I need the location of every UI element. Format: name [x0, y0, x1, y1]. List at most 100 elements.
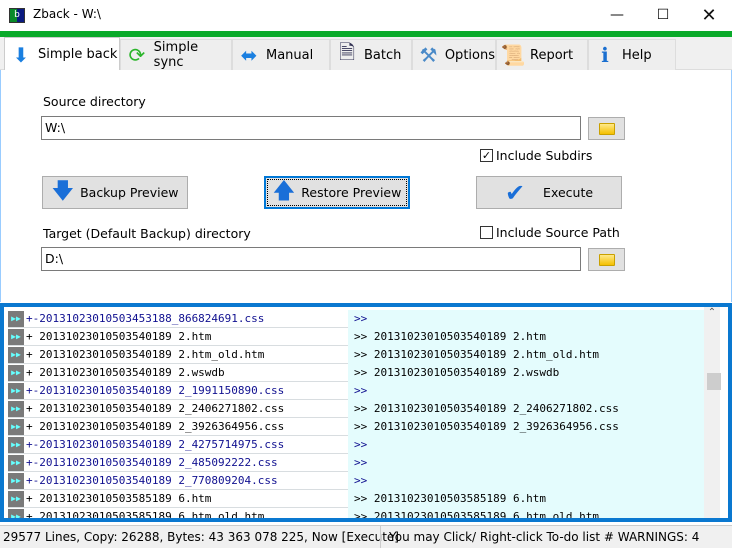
- target-directory-label: Target (Default Backup) directory: [43, 226, 251, 241]
- button-label: Restore Preview: [301, 185, 402, 200]
- fast-forward-icon: ▶▶: [8, 347, 24, 363]
- fast-forward-icon: ▶▶: [8, 311, 24, 327]
- target-file: >> 20131023010503540189 2.wswdb: [348, 364, 708, 382]
- tab-label: Batch: [364, 47, 402, 63]
- tab-label: Manual: [266, 47, 314, 63]
- source-file: +-20131023010503453188_866824691.css: [26, 312, 265, 325]
- tab-options[interactable]: ⚒ Options: [412, 39, 496, 70]
- list-row[interactable]: ▶▶ +-20131023010503453188_866824691.css >>: [8, 310, 708, 328]
- checkmark-icon: ✔: [504, 178, 526, 207]
- arrow-down-icon: ⬇: [12, 42, 30, 67]
- fast-forward-icon: ▶▶: [8, 491, 24, 507]
- scroll-icon: 📜: [500, 43, 526, 67]
- source-file: + 20131023010503540189 2.wswdb: [26, 366, 225, 379]
- include-source-path-checkbox[interactable]: Include Source Path: [480, 225, 620, 240]
- arrow-up-icon: 🡅: [272, 178, 296, 204]
- fast-forward-icon: ▶▶: [8, 383, 24, 399]
- tab-batch[interactable]: 🗎 Batch: [330, 39, 412, 70]
- minimize-button[interactable]: —: [594, 0, 640, 31]
- list-row[interactable]: ▶▶ + 20131023010503585189 6.htm >> 2013102…: [8, 490, 708, 508]
- checkbox-checked: ✓: [480, 149, 493, 162]
- button-label: Execute: [543, 185, 594, 200]
- fast-forward-icon: ▶▶: [8, 437, 24, 453]
- list-row[interactable]: ▶▶ + 20131023010503540189 2.htm_old.htm >>…: [8, 346, 708, 364]
- status-summary: 29577 Lines, Copy: 26288, Bytes: 43 363 …: [3, 530, 399, 544]
- target-file: >> 20131023010503585189 6.htm: [348, 490, 708, 508]
- list-row[interactable]: ▶▶ + 20131023010503540189 2.wswdb >> 20131…: [8, 364, 708, 382]
- source-file: +-20131023010503540189 2_1991150890.css: [26, 384, 285, 397]
- target-file: >>: [348, 454, 708, 472]
- list-row[interactable]: ▶▶ + 20131023010503585189 6.htm_old.htm >>…: [8, 508, 708, 522]
- tab-simple-sync[interactable]: ⟳ Simple sync: [120, 39, 232, 70]
- folder-icon: [598, 253, 615, 266]
- include-subdirs-checkbox[interactable]: ✓ Include Subdirs: [480, 148, 592, 163]
- maximize-button[interactable]: ☐: [640, 0, 686, 31]
- todo-list[interactable]: ▶▶ +-20131023010503453188_866824691.css >>…: [0, 303, 732, 522]
- source-directory-label: Source directory: [43, 94, 146, 109]
- scroll-up-icon[interactable]: ⌃: [704, 307, 720, 318]
- source-directory-input[interactable]: W:\: [41, 116, 581, 140]
- list-scrollbar[interactable]: ⌃: [704, 307, 720, 518]
- list-row[interactable]: ▶▶ + 20131023010503540189 2.htm >> 2013102…: [8, 328, 708, 346]
- restore-preview-button[interactable]: 🡅 Restore Preview: [264, 176, 410, 209]
- target-file: >>: [348, 472, 708, 490]
- fast-forward-icon: ▶▶: [8, 329, 24, 345]
- target-file: >>: [348, 310, 708, 328]
- target-directory-input[interactable]: D:\: [41, 247, 581, 271]
- app-icon[interactable]: b: [9, 8, 25, 23]
- source-file: + 20131023010503585189 6.htm_old.htm: [26, 510, 265, 522]
- tab-label: Simple sync: [153, 40, 199, 70]
- source-file: + 20131023010503585189 6.htm: [26, 492, 212, 505]
- status-hint[interactable]: You may Click/ Right-click To-do list # …: [380, 526, 699, 548]
- target-file: >> 20131023010503540189 2_3926364956.css: [348, 418, 708, 436]
- target-file: >> 20131023010503540189 2.htm: [348, 328, 708, 346]
- browse-target-button[interactable]: [588, 248, 625, 271]
- document-icon: 🗎: [338, 40, 356, 64]
- backup-preview-button[interactable]: 🡇 Backup Preview: [42, 176, 188, 209]
- browse-source-button[interactable]: [588, 117, 625, 140]
- fast-forward-icon: ▶▶: [8, 401, 24, 417]
- list-row[interactable]: ▶▶ +-20131023010503540189 2_485092222.css…: [8, 454, 708, 472]
- tab-help[interactable]: ℹ Help: [588, 39, 676, 70]
- checkbox-unchecked: [480, 226, 493, 239]
- source-file: + 20131023010503540189 2_3926364956.css: [26, 420, 285, 433]
- tab-label: Options: [444, 47, 495, 63]
- tab-manual[interactable]: ⬌ Manual: [232, 39, 330, 70]
- source-file: +-20131023010503540189 2_485092222.css: [26, 456, 278, 469]
- tab-report[interactable]: 📜 Report: [496, 39, 588, 70]
- tab-simple-back[interactable]: ⬇ Simple back: [4, 37, 120, 71]
- target-file: >> 20131023010503585189 6.htm_old.htm: [348, 508, 708, 518]
- tab-label: Help: [622, 47, 652, 63]
- checkbox-label: Include Subdirs: [496, 148, 593, 163]
- tab-label: Report: [530, 47, 574, 63]
- source-file: + 20131023010503540189 2.htm: [26, 330, 212, 343]
- execute-button[interactable]: ✔ Execute: [476, 176, 622, 209]
- tab-bar: ⬇ Simple back ⟳ Simple sync ⬌ Manual 🗎 Batch…: [0, 37, 732, 71]
- fast-forward-icon: ▶▶: [8, 365, 24, 381]
- list-row[interactable]: ▶▶ +-20131023010503540189 2_770809204.css…: [8, 472, 708, 490]
- scrollbar-thumb[interactable]: [707, 373, 721, 390]
- fast-forward-icon: ▶▶: [8, 473, 24, 489]
- sync-icon: ⟳: [128, 43, 146, 67]
- list-row[interactable]: ▶▶ + 20131023010503540189 2_2406271802.cs…: [8, 400, 708, 418]
- source-file: +-20131023010503540189 2_770809204.css: [26, 474, 278, 487]
- window-title: Zback - W:\: [33, 7, 101, 21]
- tools-icon: ⚒: [419, 43, 438, 67]
- list-row[interactable]: ▶▶ +-20131023010503540189 2_4275714975.cs…: [8, 436, 708, 454]
- double-arrow-icon: ⬌: [240, 43, 258, 67]
- fast-forward-icon: ▶▶: [8, 419, 24, 435]
- fast-forward-icon: ▶▶: [8, 455, 24, 471]
- close-button[interactable]: ✕: [686, 0, 732, 31]
- list-row[interactable]: ▶▶ +-20131023010503540189 2_1991150890.cs…: [8, 382, 708, 400]
- source-file: + 20131023010503540189 2_2406271802.css: [26, 402, 285, 415]
- info-icon: ℹ: [601, 43, 609, 67]
- source-file: +-20131023010503540189 2_4275714975.css: [26, 438, 285, 451]
- target-file: >> 20131023010503540189 2.htm_old.htm: [348, 346, 708, 364]
- folder-icon: [598, 122, 615, 135]
- list-row[interactable]: ▶▶ + 20131023010503540189 2_3926364956.cs…: [8, 418, 708, 436]
- target-file: >>: [348, 436, 708, 454]
- target-file: >>: [348, 382, 708, 400]
- target-file: >> 20131023010503540189 2_2406271802.css: [348, 400, 708, 418]
- fast-forward-icon: ▶▶: [8, 509, 24, 518]
- source-file: + 20131023010503540189 2.htm_old.htm: [26, 348, 265, 361]
